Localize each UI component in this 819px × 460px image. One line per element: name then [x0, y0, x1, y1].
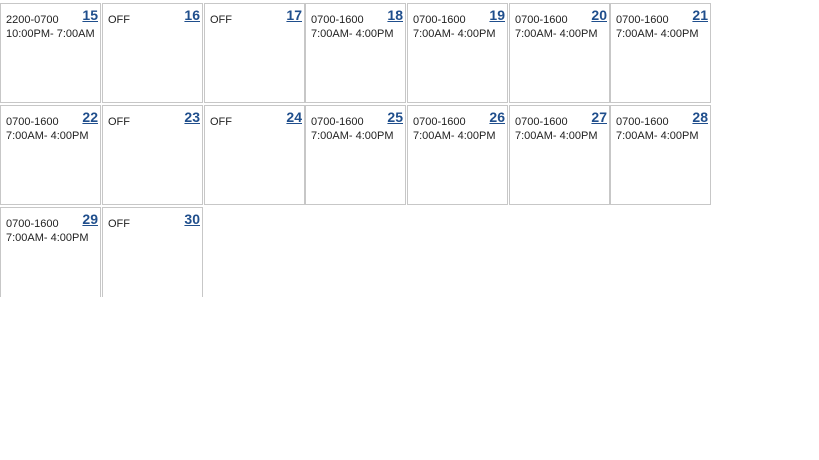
shift-code: 0700-1600: [311, 14, 364, 26]
shift-time: 10:00PM- 7:00AM: [6, 28, 95, 40]
calendar-day-cell[interactable]: 16 OFF: [102, 3, 203, 103]
day-number-link[interactable]: 20: [591, 7, 607, 23]
shift-code: OFF: [108, 218, 130, 230]
calendar-day-cell[interactable]: 20 0700-1600 7:00AM- 4:00PM: [509, 3, 610, 103]
shift-code: OFF: [108, 116, 130, 128]
day-number-link[interactable]: 24: [286, 109, 302, 125]
calendar-day-cell[interactable]: 19 0700-1600 7:00AM- 4:00PM: [407, 3, 508, 103]
shift-code: 0700-1600: [515, 116, 568, 128]
calendar-day-cell[interactable]: 26 0700-1600 7:00AM- 4:00PM: [407, 105, 508, 205]
day-number-link[interactable]: 26: [489, 109, 505, 125]
shift-code: 0700-1600: [515, 14, 568, 26]
shift-code: 0700-1600: [6, 116, 59, 128]
shift-code: OFF: [210, 116, 232, 128]
shift-code: OFF: [108, 14, 130, 26]
shift-time: 7:00AM- 4:00PM: [311, 28, 394, 40]
shift-time: 7:00AM- 4:00PM: [6, 232, 89, 244]
shift-time: 7:00AM- 4:00PM: [311, 130, 394, 142]
day-number-link[interactable]: 22: [82, 109, 98, 125]
calendar-day-cell[interactable]: 24 OFF: [204, 105, 305, 205]
day-number-link[interactable]: 27: [591, 109, 607, 125]
shift-time: 7:00AM- 4:00PM: [616, 130, 699, 142]
shift-code: OFF: [210, 14, 232, 26]
day-number-link[interactable]: 17: [286, 7, 302, 23]
shift-time: 7:00AM- 4:00PM: [413, 130, 496, 142]
day-number-link[interactable]: 29: [82, 211, 98, 227]
day-number-link[interactable]: 30: [184, 211, 200, 227]
calendar-day-cell[interactable]: 29 0700-1600 7:00AM- 4:00PM: [0, 207, 101, 297]
calendar-day-cell[interactable]: 27 0700-1600 7:00AM- 4:00PM: [509, 105, 610, 205]
calendar-day-cell[interactable]: 15 2200-0700 10:00PM- 7:00AM: [0, 3, 101, 103]
shift-time: 7:00AM- 4:00PM: [413, 28, 496, 40]
calendar-day-cell[interactable]: 23 OFF: [102, 105, 203, 205]
calendar-day-cell[interactable]: 28 0700-1600 7:00AM- 4:00PM: [610, 105, 711, 205]
day-number-link[interactable]: 21: [692, 7, 708, 23]
calendar-day-cell[interactable]: 25 0700-1600 7:00AM- 4:00PM: [305, 105, 406, 205]
shift-code: 0700-1600: [413, 116, 466, 128]
shift-time: 7:00AM- 4:00PM: [616, 28, 699, 40]
shift-code: 0700-1600: [311, 116, 364, 128]
day-number-link[interactable]: 15: [82, 7, 98, 23]
calendar-day-cell[interactable]: 18 0700-1600 7:00AM- 4:00PM: [305, 3, 406, 103]
day-number-link[interactable]: 25: [387, 109, 403, 125]
calendar-day-cell[interactable]: 22 0700-1600 7:00AM- 4:00PM: [0, 105, 101, 205]
day-number-link[interactable]: 28: [692, 109, 708, 125]
shift-code: 0700-1600: [413, 14, 466, 26]
shift-time: 7:00AM- 4:00PM: [515, 28, 598, 40]
shift-time: 7:00AM- 4:00PM: [6, 130, 89, 142]
day-number-link[interactable]: 23: [184, 109, 200, 125]
shift-code: 0700-1600: [6, 218, 59, 230]
shift-code: 0700-1600: [616, 14, 669, 26]
shift-time: 7:00AM- 4:00PM: [515, 130, 598, 142]
calendar-day-cell[interactable]: 17 OFF: [204, 3, 305, 103]
day-number-link[interactable]: 16: [184, 7, 200, 23]
calendar-day-cell[interactable]: 30 OFF: [102, 207, 203, 297]
calendar-day-cell[interactable]: 21 0700-1600 7:00AM- 4:00PM: [610, 3, 711, 103]
day-number-link[interactable]: 19: [489, 7, 505, 23]
shift-code: 0700-1600: [616, 116, 669, 128]
shift-code: 2200-0700: [6, 14, 59, 26]
day-number-link[interactable]: 18: [387, 7, 403, 23]
schedule-calendar: 15 2200-0700 10:00PM- 7:00AM 16 OFF 17 O…: [0, 0, 819, 460]
